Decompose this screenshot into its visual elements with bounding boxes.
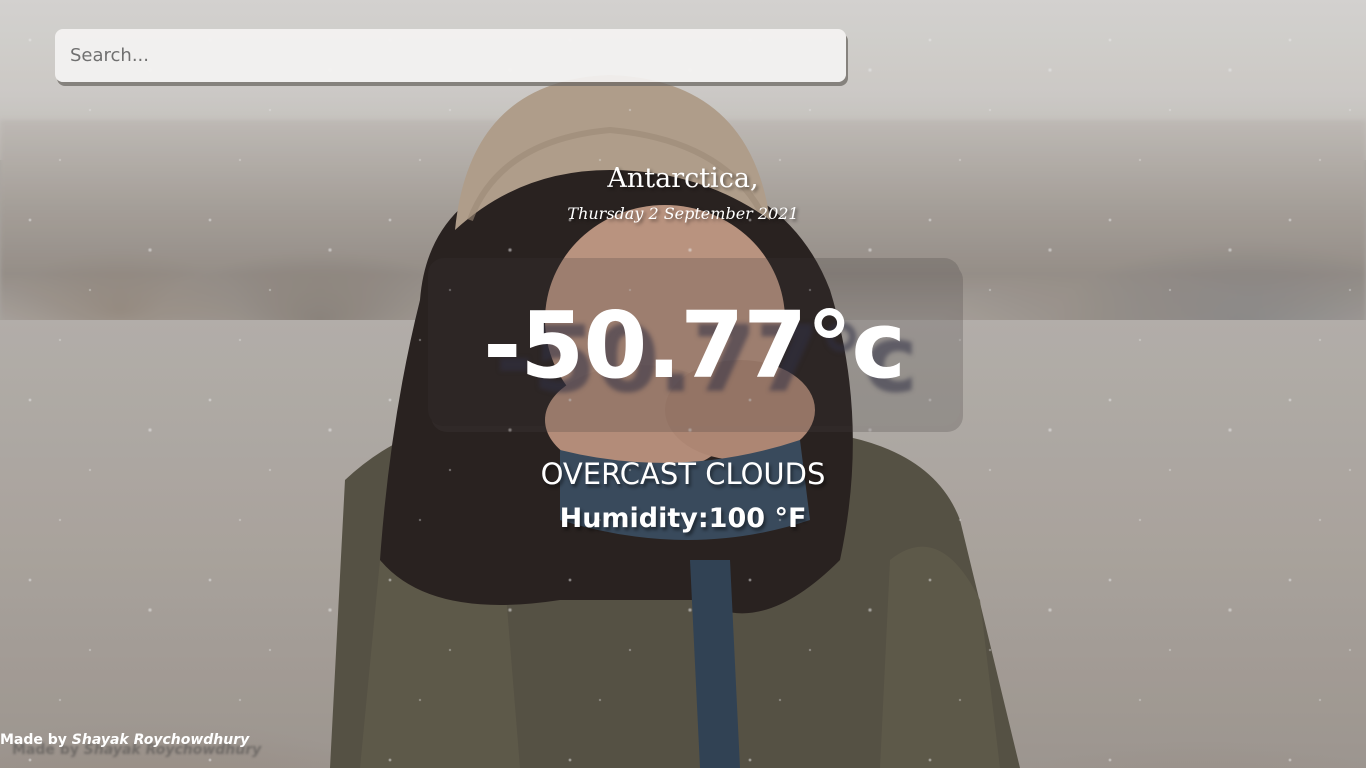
location-title: Antarctica, (607, 163, 759, 194)
credit-prefix: Made by (0, 732, 67, 748)
weather-app: Antarctica, Thursday 2 September 2021 -5… (0, 0, 1366, 768)
temperature-value: -50.77°c (483, 292, 906, 399)
author-credit: Made by Shayak Roychowdhury (0, 732, 249, 748)
search-input[interactable] (55, 29, 846, 82)
current-date: Thursday 2 September 2021 (567, 204, 799, 223)
credit-author: Shayak Roychowdhury (71, 732, 250, 748)
humidity-value: Humidity:100 °F (559, 503, 807, 534)
weather-condition: OVERCAST CLOUDS (540, 457, 826, 491)
